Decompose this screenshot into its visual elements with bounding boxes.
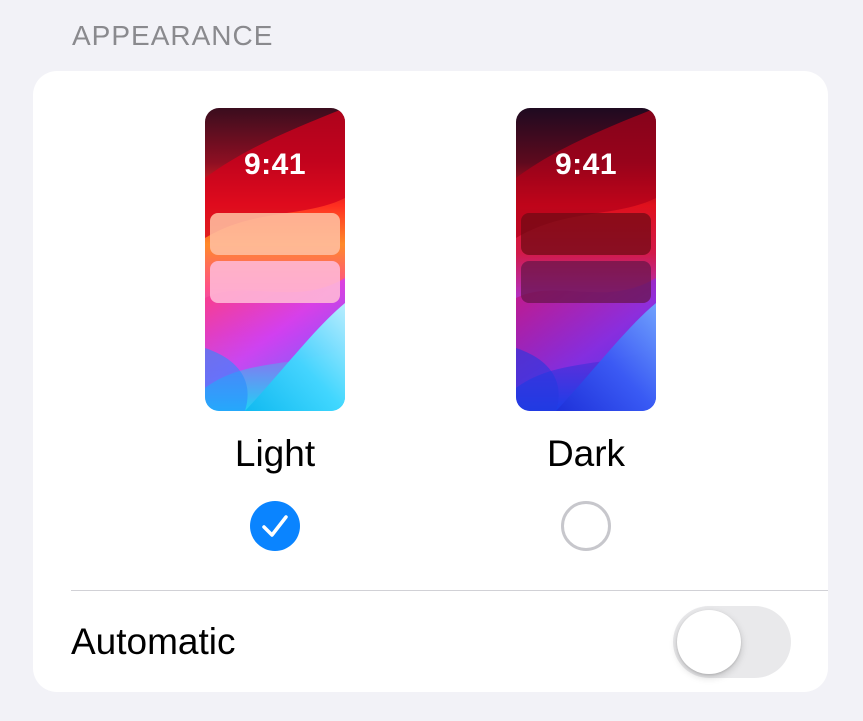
appearance-option-dark[interactable]: 9:41 Dark (486, 71, 686, 581)
dark-wallpaper-preview[interactable]: 9:41 (516, 108, 656, 411)
dark-radio-button[interactable] (561, 501, 611, 551)
toggle-knob[interactable] (677, 610, 741, 674)
light-radio-button[interactable] (250, 501, 300, 551)
appearance-card: 9:41 Light 9:41 Dark Automatic (33, 71, 828, 692)
automatic-row[interactable]: Automatic (33, 591, 828, 692)
light-wallpaper-preview[interactable]: 9:41 (205, 108, 345, 411)
notification-preview (210, 261, 340, 303)
section-header: APPEARANCE (72, 20, 274, 51)
notification-preview (210, 213, 340, 255)
notification-preview (521, 261, 651, 303)
lockscreen-clock: 9:41 (243, 148, 307, 181)
checkmark-icon (262, 515, 288, 537)
automatic-toggle[interactable] (673, 606, 791, 678)
option-label-dark[interactable]: Dark (486, 433, 686, 475)
automatic-label: Automatic (71, 621, 236, 662)
lockscreen-clock: 9:41 (554, 148, 618, 181)
notification-preview (521, 213, 651, 255)
option-label-light[interactable]: Light (175, 433, 375, 475)
appearance-option-light[interactable]: 9:41 Light (175, 71, 375, 581)
